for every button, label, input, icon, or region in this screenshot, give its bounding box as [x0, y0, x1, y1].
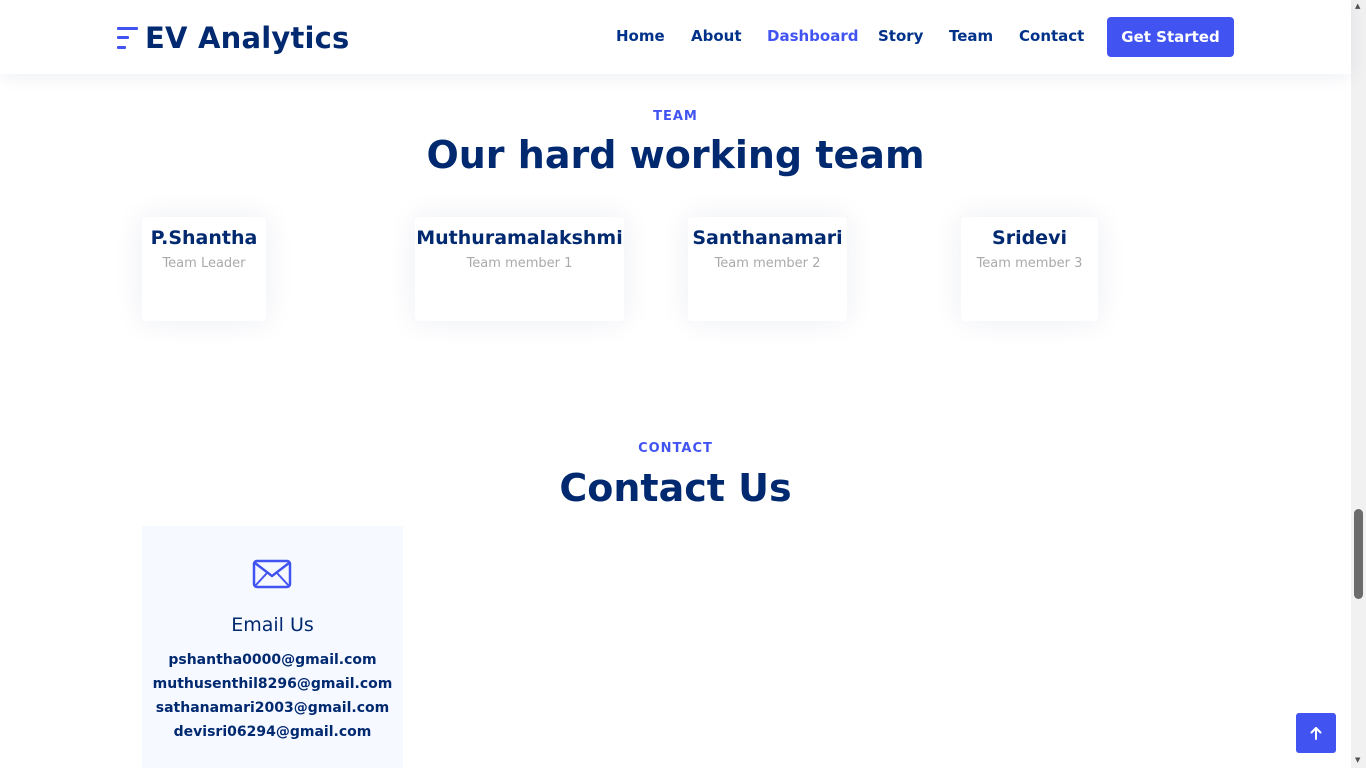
member-name: Sridevi [992, 227, 1067, 249]
scrollbar-thumb[interactable] [1354, 509, 1363, 599]
member-role: Team member 2 [714, 256, 821, 271]
member-role: Team Leader [162, 256, 246, 271]
team-section-title: Our hard working team [426, 133, 925, 177]
nav-team[interactable]: Team [949, 27, 993, 45]
email-address: sathanamari2003@gmail.com [155, 700, 390, 716]
email-address: pshantha0000@gmail.com [168, 652, 377, 668]
email-address: devisri06294@gmail.com [173, 724, 372, 740]
page-scrollbar[interactable]: ▲ ▼ [1351, 0, 1366, 768]
arrow-up-icon [1310, 727, 1322, 740]
team-member-card: P.Shantha Team Leader [142, 217, 266, 321]
nav-story[interactable]: Story [878, 27, 923, 45]
envelope-icon [252, 559, 292, 589]
nav-contact[interactable]: Contact [1019, 27, 1084, 45]
nav-home[interactable]: Home [616, 27, 665, 45]
email-card-title: Email Us [231, 614, 314, 636]
site-header: EV Analytics Home About Dashboard Story … [0, 0, 1351, 74]
scroll-up-arrow-icon[interactable]: ▲ [1355, 3, 1360, 10]
team-member-card: Sridevi Team member 3 [961, 217, 1098, 321]
member-name: Muthuramalakshmi [416, 227, 623, 249]
brand-name: EV Analytics [145, 21, 350, 55]
team-member-card: Santhanamari Team member 2 [688, 217, 847, 321]
team-section-label: Team [653, 109, 698, 124]
member-name: Santhanamari [692, 227, 843, 249]
brand-logo[interactable]: EV Analytics [117, 21, 350, 55]
menu-lines-icon [117, 24, 139, 52]
back-to-top-button[interactable] [1296, 713, 1336, 753]
nav-about[interactable]: About [691, 27, 742, 45]
member-role: Team member 1 [466, 256, 573, 271]
email-card: Email Us pshantha0000@gmail.com muthusen… [142, 526, 403, 768]
nav-dashboard[interactable]: Dashboard [767, 27, 858, 45]
member-name: P.Shantha [150, 227, 258, 249]
contact-section-label: Contact [638, 441, 713, 456]
contact-section-title: Contact Us [559, 466, 792, 510]
team-member-card: Muthuramalakshmi Team member 1 [415, 217, 624, 321]
get-started-button[interactable]: Get Started [1107, 17, 1234, 57]
email-address: muthusenthil8296@gmail.com [152, 676, 393, 692]
member-role: Team member 3 [976, 256, 1083, 271]
scroll-down-arrow-icon[interactable]: ▼ [1355, 757, 1360, 764]
